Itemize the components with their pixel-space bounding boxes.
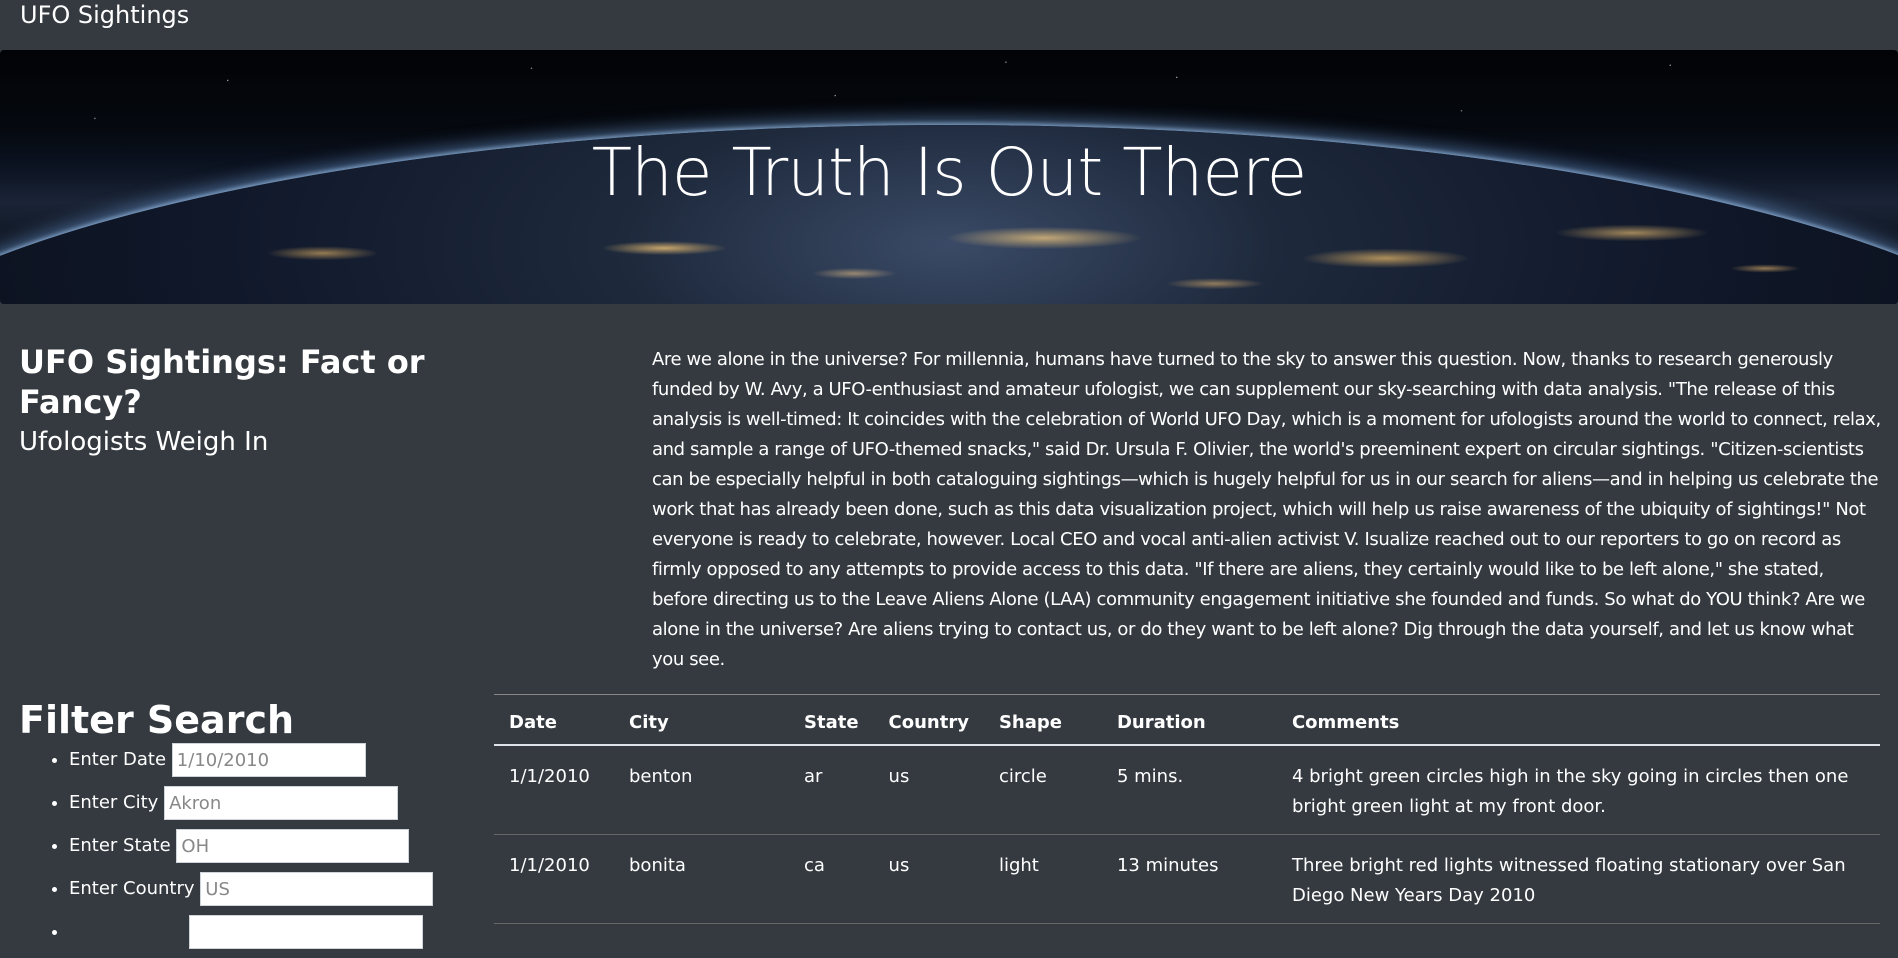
ufo-table: Date City State Country Shape Duration C… — [494, 694, 1880, 924]
filter-label-date: Enter Date — [69, 749, 167, 770]
cell-shape: circle — [983, 745, 1102, 835]
filter-item-shape — [69, 915, 489, 958]
filter-item-city: Enter City — [69, 786, 489, 829]
column-header-comments[interactable]: Comments — [1276, 694, 1880, 746]
cell-country: us — [873, 745, 984, 835]
cell-comments: Three bright red lights witnessed floati… — [1276, 834, 1880, 924]
filter-label-city: Enter City — [69, 792, 159, 813]
cell-date: 1/1/2010 — [494, 745, 614, 835]
column-header-shape[interactable]: Shape — [983, 694, 1102, 746]
filter-label-state: Enter State — [69, 835, 171, 856]
ufo-table-container: Date City State Country Shape Duration C… — [494, 694, 1880, 939]
cell-comments: 4 bright green circles high in the sky g… — [1276, 745, 1880, 835]
navbar: UFO Sightings — [0, 0, 1898, 50]
column-header-date[interactable]: Date — [494, 694, 614, 746]
shape-input[interactable] — [189, 915, 423, 949]
article-text: Are we alone in the universe? For millen… — [652, 349, 1881, 670]
cell-duration: 13 minutes — [1101, 834, 1277, 924]
filter-list: Enter Date Enter City Enter State Enter … — [19, 743, 489, 958]
date-input[interactable] — [171, 743, 366, 777]
hero-banner: The Truth Is Out There — [0, 50, 1898, 304]
table-header-row: Date City State Country Shape Duration C… — [494, 694, 1880, 746]
intro-subtitle: Ufologists Weigh In — [19, 427, 269, 457]
cell-city: bonita — [614, 834, 789, 924]
state-input[interactable] — [176, 829, 410, 863]
filter-title: Filter Search — [19, 698, 295, 742]
filter-item-date: Enter Date — [69, 743, 489, 786]
filter-label-country: Enter Country — [69, 878, 195, 899]
table-row: 1/1/2010 bonita ca us light 13 minutes T… — [494, 834, 1880, 924]
city-input[interactable] — [164, 786, 399, 820]
cell-country: us — [873, 834, 984, 924]
cell-state: ar — [789, 745, 874, 835]
intro-title: UFO Sightings: Fact or Fancy? — [19, 343, 425, 421]
country-input[interactable] — [200, 872, 434, 906]
filter-item-state: Enter State — [69, 829, 489, 872]
column-header-city[interactable]: City — [614, 694, 789, 746]
cell-city: benton — [614, 745, 789, 835]
filter-item-country: Enter Country — [69, 872, 489, 915]
intro-heading: UFO Sightings: Fact or Fancy? Ufologists… — [19, 342, 499, 458]
hero-title: The Truth Is Out There — [591, 134, 1308, 211]
column-header-country[interactable]: Country — [873, 694, 984, 746]
cell-duration: 5 mins. — [1101, 745, 1277, 835]
navbar-brand[interactable]: UFO Sightings — [20, 1, 189, 29]
filter-panel: Filter Search Enter Date Enter City Ente… — [19, 697, 489, 958]
table-row: 1/1/2010 benton ar us circle 5 mins. 4 b… — [494, 745, 1880, 835]
cell-shape: light — [983, 834, 1102, 924]
cell-state: ca — [789, 834, 874, 924]
column-header-state[interactable]: State — [789, 694, 874, 746]
cell-date: 1/1/2010 — [494, 834, 614, 924]
column-header-duration[interactable]: Duration — [1101, 694, 1277, 746]
